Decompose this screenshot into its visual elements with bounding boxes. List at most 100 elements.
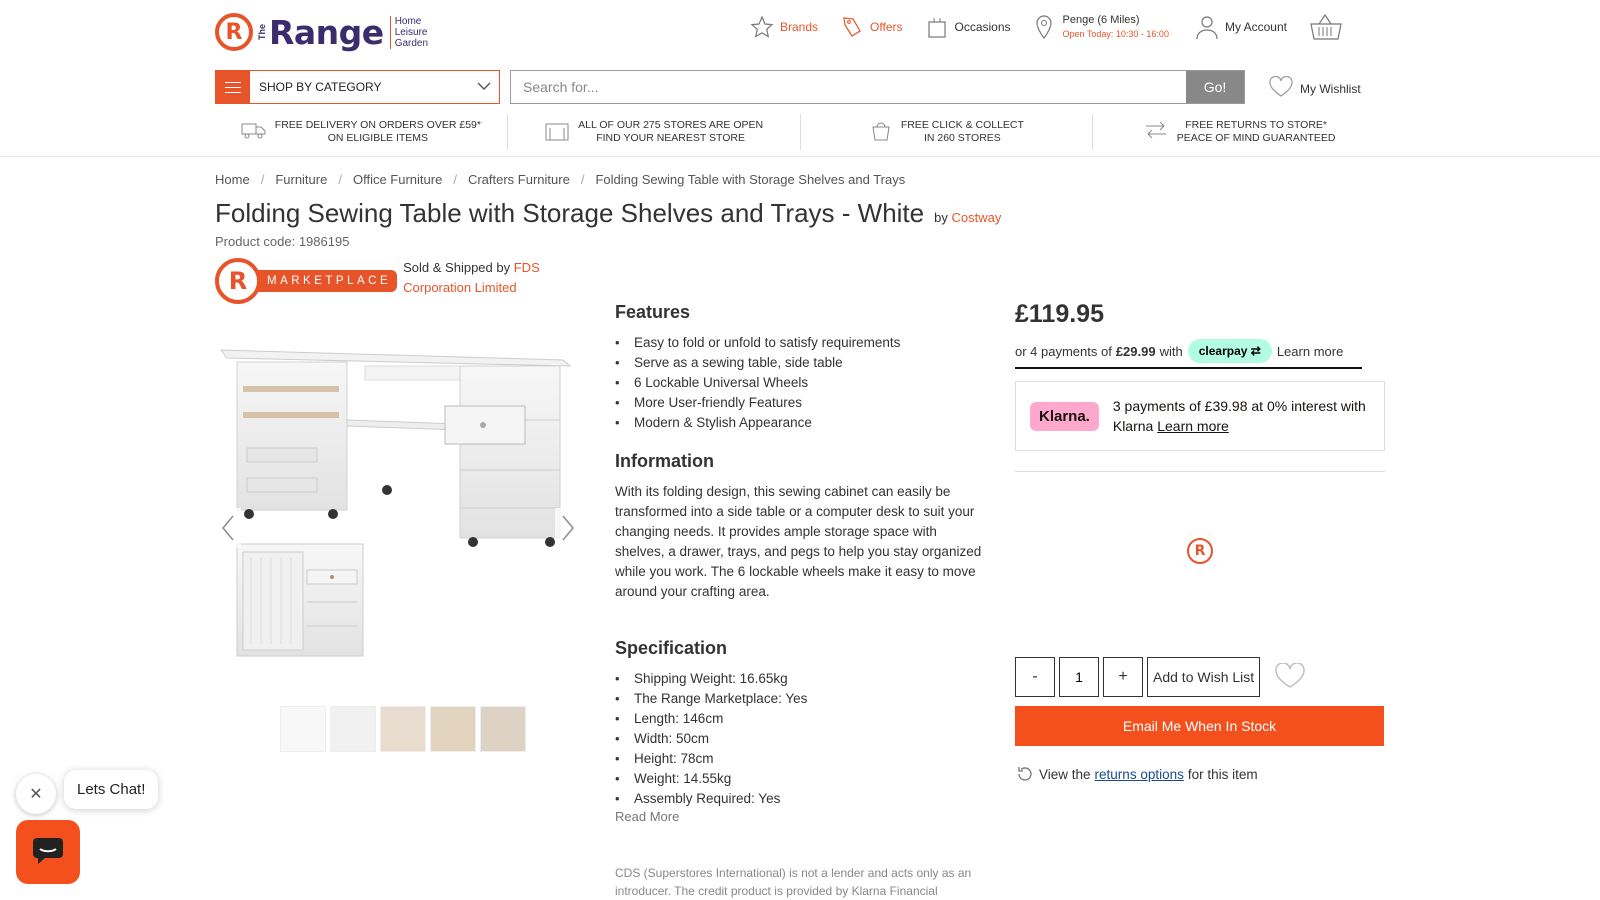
clearpay-message: or 4 payments of £29.99 with clearpay ⇄ … bbox=[1015, 339, 1362, 369]
product-price: £119.95 bbox=[1015, 300, 1104, 328]
product-image bbox=[219, 349, 572, 657]
logo-tagline: Home Leisure Garden bbox=[389, 15, 429, 49]
search-input[interactable] bbox=[511, 71, 1186, 103]
by-prefix: by bbox=[934, 210, 948, 225]
usp-stores-open[interactable]: ALL OF OUR 275 STORES ARE OPEN FIND YOUR … bbox=[508, 114, 801, 150]
feature-item: Modern & Stylish Appearance bbox=[615, 413, 985, 433]
klarna-logo: Klarna. bbox=[1030, 401, 1099, 431]
site-logo[interactable]: R The Range Home Leisure Garden bbox=[215, 12, 428, 52]
chat-prompt[interactable]: Lets Chat! bbox=[64, 770, 159, 809]
usp-free-returns[interactable]: FREE RETURNS TO STORE* PEACE OF MIND GUAR… bbox=[1093, 114, 1385, 150]
usp-line: FIND YOUR NEAREST STORE bbox=[596, 132, 745, 144]
quantity-decrease-button[interactable]: - bbox=[1015, 657, 1055, 697]
occasions-label: Occasions bbox=[954, 20, 1011, 34]
shop-by-category-button[interactable]: SHOP BY CATEGORY bbox=[215, 70, 500, 104]
sold-by: Sold & Shipped by FDS Corporation Limite… bbox=[403, 258, 563, 298]
brands-link[interactable]: Brands bbox=[750, 15, 818, 39]
usp-line: IN 260 STORES bbox=[923, 132, 1001, 144]
sold-by-prefix: Sold & Shipped by bbox=[403, 260, 511, 275]
offers-link[interactable]: Offers bbox=[840, 15, 903, 39]
basket-button[interactable] bbox=[1309, 13, 1349, 41]
brands-label: Brands bbox=[780, 20, 819, 34]
click-collect-icon bbox=[869, 118, 893, 146]
tagline-garden: Garden bbox=[394, 37, 429, 49]
quantity-increase-button[interactable]: + bbox=[1103, 657, 1143, 697]
gallery-thumbnail[interactable] bbox=[280, 706, 326, 752]
returns-options-link[interactable]: returns options bbox=[1095, 767, 1184, 782]
usp-line: ALL OF OUR 275 STORES ARE OPEN bbox=[578, 119, 764, 131]
my-wishlist-link[interactable]: My Wishlist bbox=[1268, 75, 1361, 101]
gallery-thumbnail[interactable] bbox=[330, 706, 376, 752]
klarna-learn-more[interactable]: Learn more bbox=[1157, 418, 1229, 434]
clearpay-logo: clearpay ⇄ bbox=[1187, 339, 1272, 363]
breadcrumb-crafters-furniture[interactable]: Crafters Furniture bbox=[468, 172, 570, 187]
gift-icon bbox=[925, 15, 949, 39]
specification-heading: Specification bbox=[615, 638, 728, 658]
wishlist-heart-icon[interactable] bbox=[1274, 661, 1306, 692]
brand-byline: by Costway bbox=[934, 210, 1001, 225]
credit-disclaimer: CDS (Superstores International) is not a… bbox=[615, 866, 972, 898]
tag-icon bbox=[840, 15, 864, 39]
chat-launcher-button[interactable] bbox=[16, 820, 80, 884]
search-go-button[interactable]: Go! bbox=[1186, 71, 1244, 103]
returns-arrows-icon bbox=[1143, 119, 1169, 145]
breadcrumb-furniture[interactable]: Furniture bbox=[275, 172, 327, 187]
spec-item: Length: 146cm bbox=[615, 709, 985, 729]
information-text: With its folding design, this sewing cab… bbox=[615, 484, 982, 599]
breadcrumb-office-furniture[interactable]: Office Furniture bbox=[353, 172, 442, 187]
buybox-divider bbox=[1015, 471, 1385, 472]
logo-the: The bbox=[257, 23, 267, 40]
usp-line: PEACE OF MIND GUARANTEED bbox=[1176, 132, 1336, 144]
gallery-thumbnail[interactable] bbox=[380, 706, 426, 752]
chat-close-button[interactable]: ✕ bbox=[16, 774, 56, 814]
breadcrumb-current: Folding Sewing Table with Storage Shelve… bbox=[595, 172, 906, 187]
returns-prefix: View the bbox=[1039, 766, 1091, 782]
breadcrumb-home[interactable]: Home bbox=[215, 172, 250, 187]
features-list: Easy to fold or unfold to satisfy requir… bbox=[615, 333, 985, 433]
site-header: R The Range Home Leisure Garden Brands O… bbox=[0, 0, 1600, 157]
usp-click-collect[interactable]: FREE CLICK & COLLECT IN 260 STORES bbox=[801, 114, 1094, 150]
hamburger-icon bbox=[216, 71, 250, 103]
quantity-row: - + Add to Wish List bbox=[1015, 657, 1306, 697]
klarna-text: 3 payments of £39.98 at 0% interest with… bbox=[1112, 398, 1366, 434]
top-links: Brands Offers Occasions Penge (6 Miles) … bbox=[750, 12, 1371, 42]
shop-by-category-label: SHOP BY CATEGORY bbox=[259, 80, 382, 94]
my-account-link[interactable]: My Account bbox=[1195, 15, 1287, 40]
read-more-link[interactable]: Read More bbox=[615, 809, 985, 824]
offers-label: Offers bbox=[870, 20, 903, 34]
location-pin-icon bbox=[1033, 14, 1057, 40]
gallery-next-arrow[interactable] bbox=[555, 508, 581, 548]
usp-line: FREE RETURNS TO STORE* bbox=[1185, 119, 1328, 131]
my-account-label: My Account bbox=[1224, 20, 1287, 34]
store-name: Penge (6 Miles) bbox=[1062, 14, 1140, 26]
clearpay-amount: £29.99 bbox=[1115, 343, 1156, 359]
clearpay-learn-more[interactable]: Learn more bbox=[1277, 344, 1343, 359]
page-title: Folding Sewing Table with Storage Shelve… bbox=[215, 198, 925, 228]
gallery-thumbnail[interactable] bbox=[430, 706, 476, 752]
gallery-thumbnail[interactable] bbox=[480, 706, 526, 752]
occasions-link[interactable]: Occasions bbox=[925, 15, 1011, 39]
usp-free-delivery[interactable]: FREE DELIVERY ON ORDERS OVER £59* ON ELIG… bbox=[215, 114, 508, 150]
spec-item: Width: 50cm bbox=[615, 729, 985, 749]
spec-item: Height: 78cm bbox=[615, 749, 985, 769]
tagline-home: Home bbox=[394, 15, 422, 27]
gallery-prev-arrow[interactable] bbox=[215, 508, 241, 548]
store-locator[interactable]: Penge (6 Miles) Open Today: 10:30 - 16:0… bbox=[1033, 13, 1169, 41]
logo-r-mark: R bbox=[215, 13, 253, 51]
logo-wordmark: Range bbox=[269, 12, 384, 52]
chevron-down-icon bbox=[469, 80, 499, 94]
feature-item: More User-friendly Features bbox=[615, 393, 985, 413]
feature-item: Easy to fold or unfold to satisfy requir… bbox=[615, 333, 985, 353]
features-heading: Features bbox=[615, 302, 691, 322]
marketplace-info: R MARKETPLACE Sold & Shipped by FDS Corp… bbox=[215, 258, 563, 304]
product-gallery[interactable] bbox=[215, 330, 585, 670]
quantity-input[interactable] bbox=[1059, 657, 1099, 697]
specification-list: Shipping Weight: 16.65kg The Range Marke… bbox=[615, 669, 985, 809]
email-when-in-stock-button[interactable]: Email Me When In Stock bbox=[1015, 706, 1384, 746]
spec-item: Assembly Required: Yes bbox=[615, 789, 985, 809]
usp-line: ON ELIGIBLE ITEMS bbox=[327, 132, 429, 144]
gallery-thumbnails bbox=[280, 706, 526, 752]
add-to-wishlist-button[interactable]: Add to Wish List bbox=[1147, 657, 1261, 697]
brand-link[interactable]: Costway bbox=[951, 210, 1001, 225]
store-icon bbox=[544, 119, 570, 145]
